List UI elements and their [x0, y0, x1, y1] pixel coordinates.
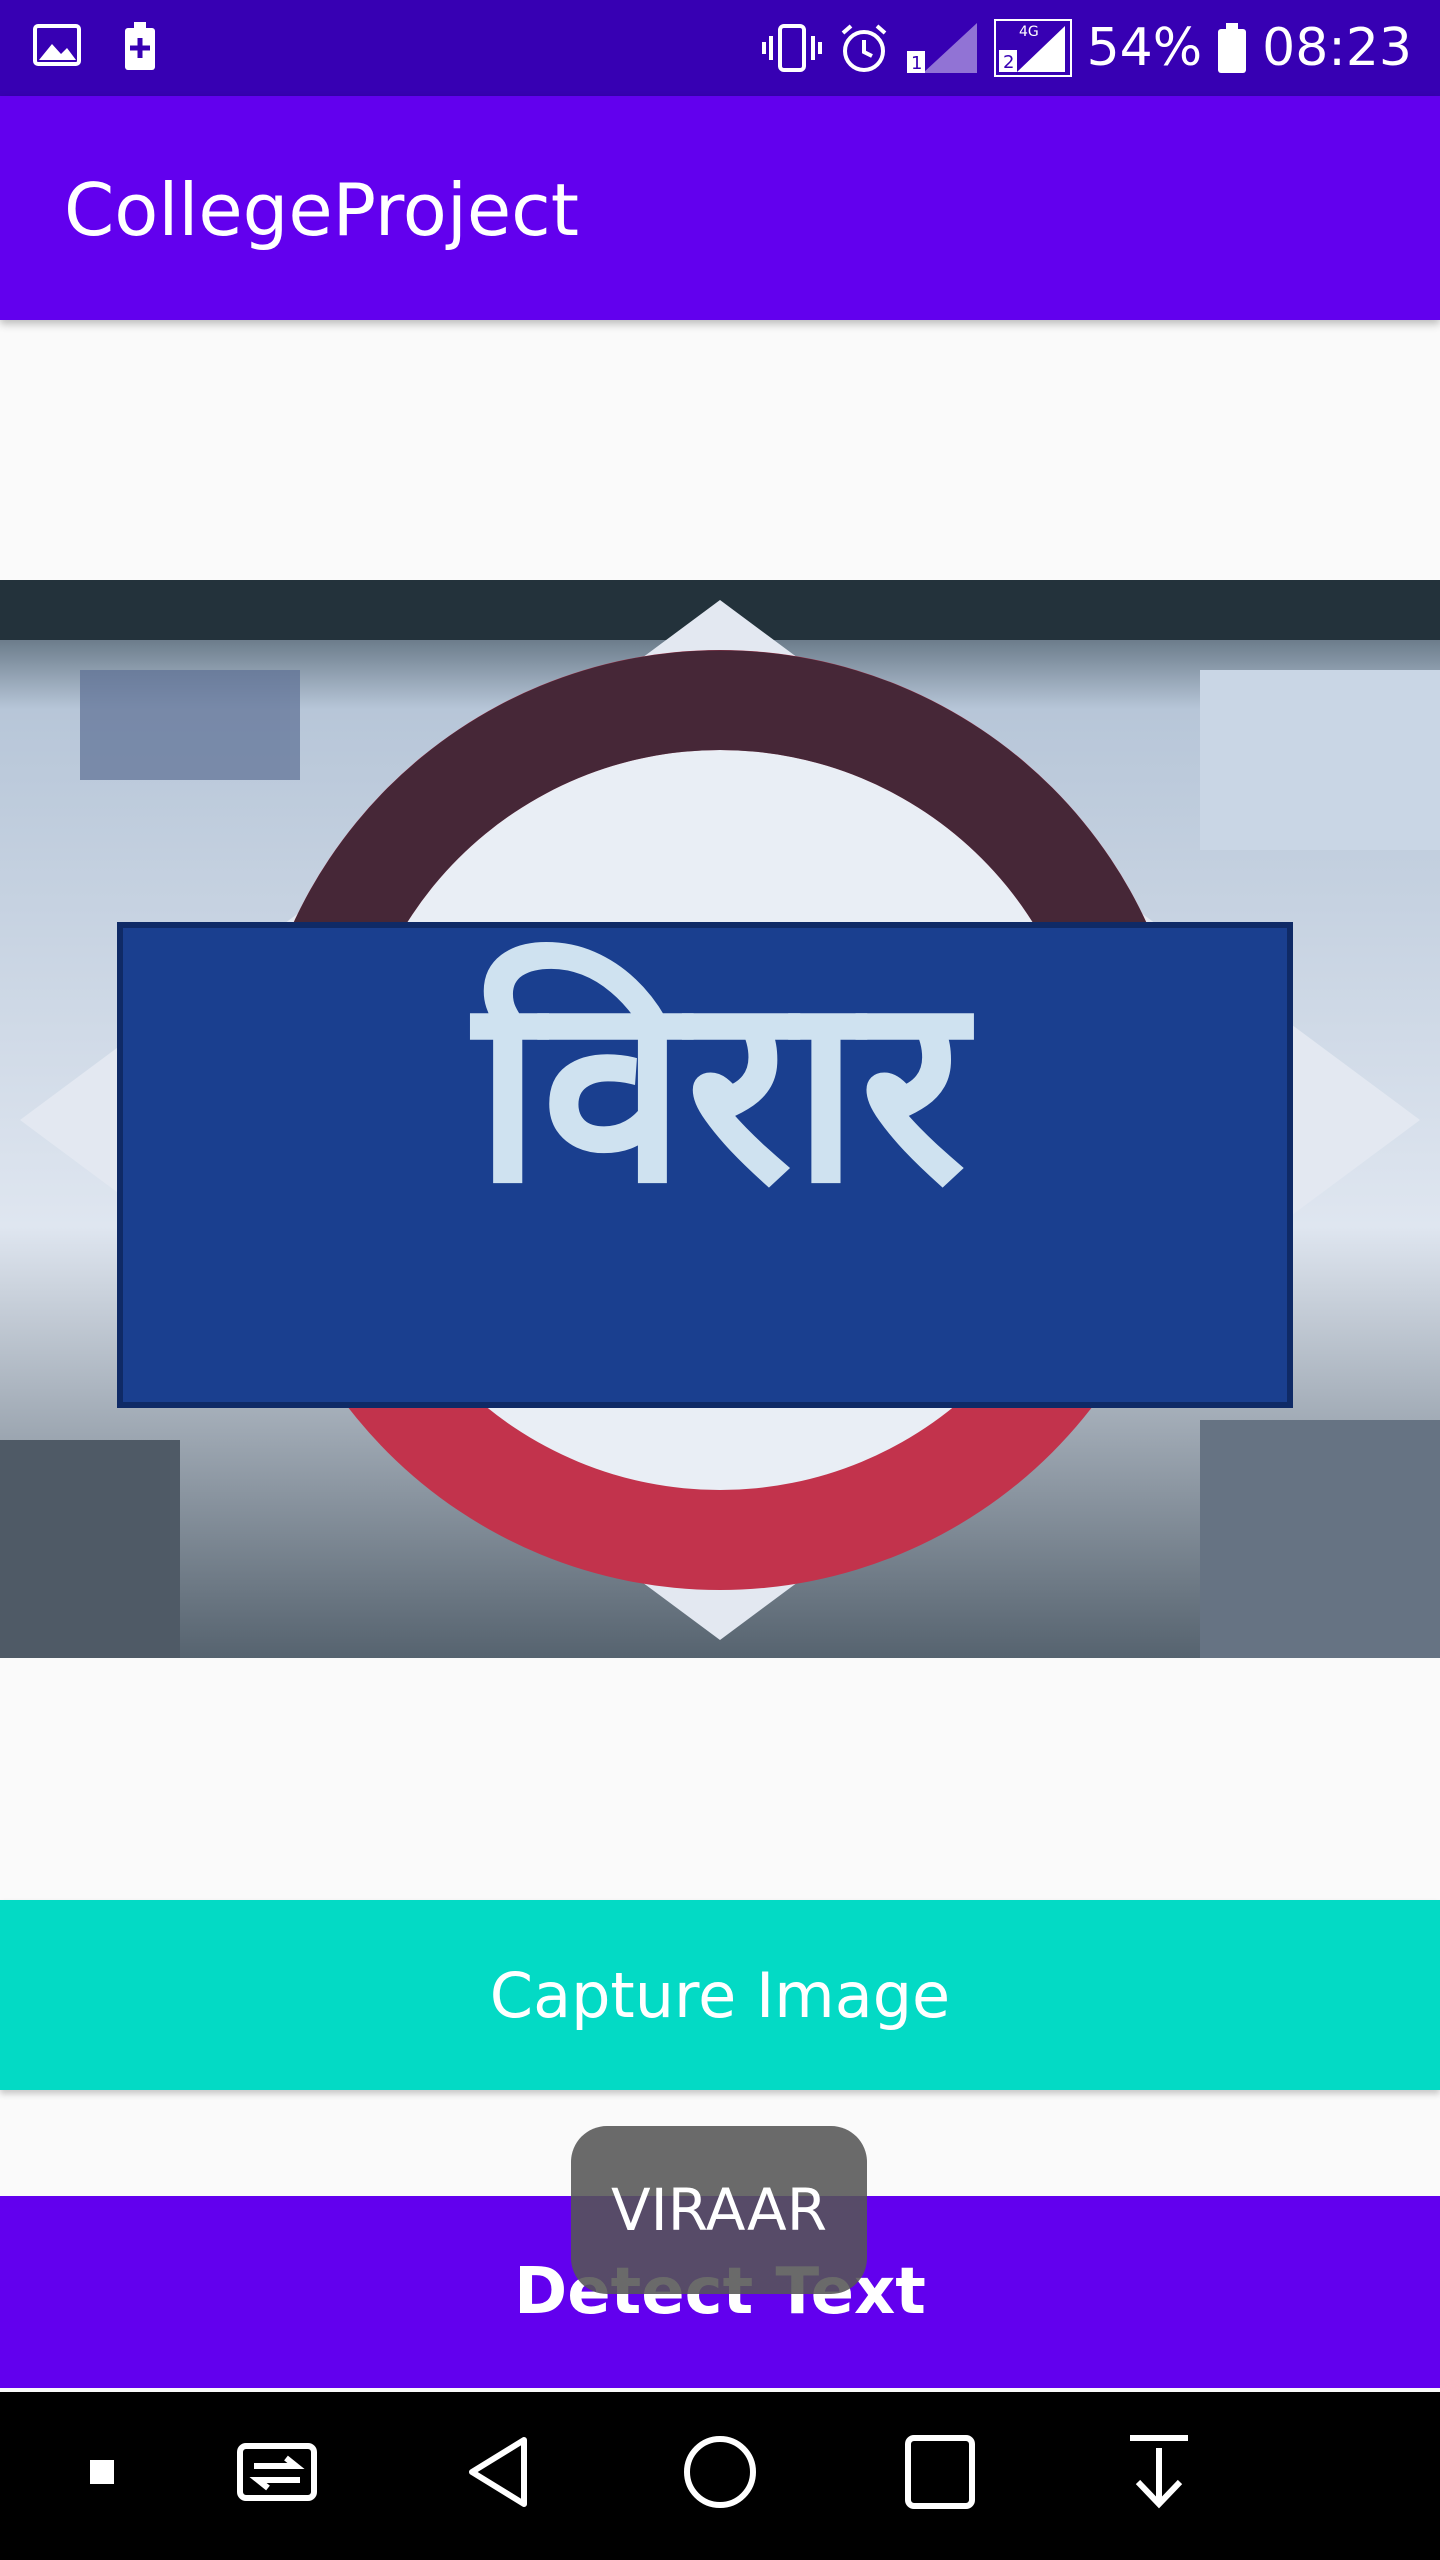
battery-icon — [1218, 23, 1247, 73]
captured-image: विरार — [0, 580, 1440, 1658]
toast-text: VIRAAR — [611, 2176, 827, 2244]
dot-icon[interactable] — [84, 2454, 120, 2490]
home-icon[interactable] — [680, 2432, 760, 2512]
switch-app-icon[interactable] — [234, 2436, 320, 2508]
svg-text:1: 1 — [911, 53, 922, 74]
sign-text: विरार — [474, 939, 966, 1241]
status-bar: 1 2 4G 54% 08:23 — [0, 0, 1440, 96]
app-bar: CollegeProject — [0, 96, 1440, 320]
network-type-label: 4G — [1019, 24, 1039, 40]
recents-icon[interactable] — [902, 2432, 978, 2512]
page-title: CollegeProject — [64, 168, 579, 252]
image-icon — [33, 24, 81, 66]
capture-image-button[interactable]: Capture Image — [0, 1900, 1440, 2090]
svg-text:2: 2 — [1003, 52, 1014, 73]
battery-percent: 54% — [1086, 18, 1203, 78]
battery-plus-icon — [125, 22, 155, 70]
back-icon[interactable] — [462, 2432, 534, 2512]
navigation-bar — [0, 2392, 1440, 2560]
alarm-icon — [841, 24, 886, 72]
clock: 08:23 — [1262, 18, 1412, 78]
signal-sim2-icon: 2 4G — [993, 19, 1072, 77]
vibrate-icon — [761, 24, 822, 72]
signal-sim1-icon: 1 — [906, 23, 977, 74]
toast-message: VIRAAR — [571, 2126, 867, 2294]
pull-down-icon[interactable] — [1124, 2432, 1194, 2512]
